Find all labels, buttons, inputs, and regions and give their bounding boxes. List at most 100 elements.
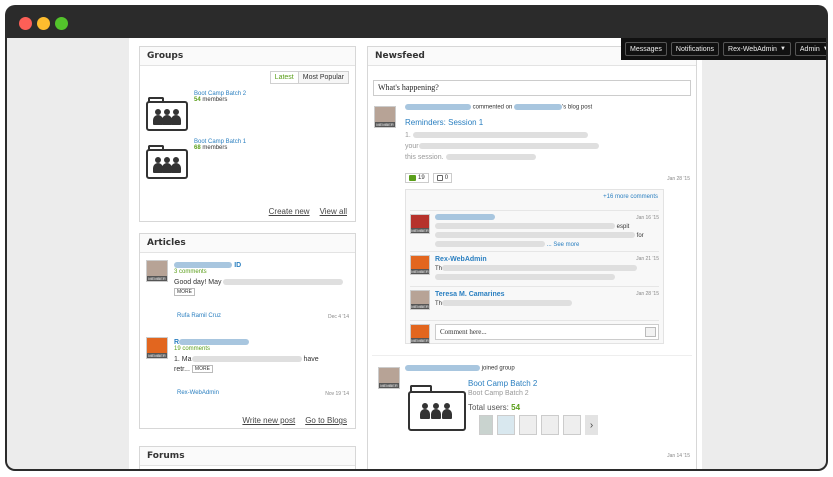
top-navigation-bar: Messages Notifications Rex-WebAdmin ▼ Adm… [621, 38, 826, 60]
comment-date: Jan 28 '15 [636, 291, 659, 297]
member-avatar[interactable] [479, 415, 493, 435]
group-item[interactable]: Boot Camp Batch 2 54 members [146, 91, 246, 131]
title-bar [5, 5, 828, 38]
article-comment-count[interactable]: 3 comments [174, 269, 351, 275]
avatar: MEMBER [410, 290, 430, 310]
article-more-button[interactable]: MORE [191, 365, 213, 373]
post-header: commented on 's blog post [405, 104, 592, 111]
forums-title: Forums [140, 447, 355, 466]
group-member-count: 54 [194, 97, 201, 103]
minimize-window-button[interactable] [37, 17, 50, 30]
avatar: MEMBER [378, 367, 400, 389]
group-member-avatars: › [479, 415, 598, 435]
total-users: Total users: 54 [468, 403, 521, 412]
article-excerpt-line: retr... [174, 365, 190, 373]
post-action: commented on [472, 104, 513, 111]
group-subtitle: Boot Camp Batch 2 [468, 390, 529, 397]
groups-title: Groups [140, 47, 355, 66]
article-title-link[interactable]: ID [234, 262, 241, 269]
go-to-blogs-link[interactable]: Go to Blogs [305, 416, 347, 425]
page-content: Groups Latest Most Popular Boot Camp Bat… [129, 38, 702, 469]
create-new-group-link[interactable]: Create new [269, 207, 310, 216]
status-input[interactable]: What's happening? [373, 80, 691, 96]
maximize-window-button[interactable] [55, 17, 68, 30]
group-folder-icon [146, 145, 188, 179]
group-folder-icon [408, 385, 466, 431]
article-excerpt-end: have [303, 356, 319, 363]
comment-date: Jan 16 '15 [636, 215, 659, 221]
article-excerpt: 1. Ma [174, 356, 192, 363]
article-date: Dec 4 '14 [328, 314, 349, 320]
article-excerpt: Good day! May [174, 279, 222, 286]
notifications-button[interactable]: Notifications [670, 42, 720, 56]
group-item[interactable]: Boot Camp Batch 1 68 members [146, 139, 246, 179]
article-comment-count[interactable]: 19 comments [174, 346, 351, 352]
camera-icon[interactable] [645, 327, 656, 337]
group-members-label: members [202, 97, 228, 103]
comment-form: MEMBER Comment here... [410, 320, 659, 344]
articles-title: Articles [140, 234, 355, 253]
chevron-right-icon: › [589, 419, 594, 431]
comment-bubble-icon [409, 175, 416, 181]
avatar: MEMBER [410, 255, 430, 275]
messages-button[interactable]: Messages [625, 42, 667, 56]
post-excerpt: 1. your this session. [405, 130, 599, 163]
more-comments-link[interactable]: +16 more comments [603, 194, 658, 200]
member-avatar[interactable] [563, 415, 581, 435]
articles-footer: Write new post Go to Blogs [242, 416, 347, 425]
post-date: Jan 14 '15 [667, 453, 690, 459]
avatar: MEMBER [374, 106, 396, 128]
groups-tabs: Latest Most Popular [269, 71, 349, 84]
comment-item: MEMBER Jan 16 '15 espit for ... See more [410, 210, 659, 250]
comment-input[interactable]: Comment here... [435, 324, 659, 340]
avatar: MEMBER [410, 324, 430, 344]
post-date: Jan 28 '15 [667, 176, 690, 182]
like-count-button[interactable]: 0 [432, 173, 453, 183]
groups-footer: Create new View all [269, 207, 347, 216]
member-avatar[interactable] [497, 415, 515, 435]
view-all-groups-link[interactable]: View all [320, 207, 347, 216]
write-new-post-link[interactable]: Write new post [242, 416, 295, 425]
post-actions: 19 0 [405, 173, 453, 183]
next-members-button[interactable]: › [585, 415, 598, 435]
chevron-down-icon: ▼ [822, 46, 826, 52]
thumbs-up-icon [436, 175, 443, 181]
post-action: joined group [481, 365, 515, 372]
comment-count-button[interactable]: 19 [405, 173, 429, 183]
member-avatar[interactable] [541, 415, 559, 435]
post-title-link[interactable]: Reminders: Session 1 [405, 118, 483, 127]
tab-latest[interactable]: Latest [270, 72, 299, 83]
screen: Groups Latest Most Popular Boot Camp Bat… [7, 38, 826, 469]
admin-menu-button[interactable]: Admin ▼ [794, 42, 826, 56]
article-date: Nov 19 '14 [325, 391, 349, 397]
user-menu-button[interactable]: Rex-WebAdmin ▼ [723, 42, 791, 56]
tab-most-popular[interactable]: Most Popular [298, 72, 348, 83]
close-window-button[interactable] [19, 17, 32, 30]
groups-panel: Groups Latest Most Popular Boot Camp Bat… [139, 46, 356, 222]
group-members-label: members [202, 145, 228, 151]
article-author-link[interactable]: Rufa Ramil Cruz [177, 313, 221, 319]
browser-window: Groups Latest Most Popular Boot Camp Bat… [5, 5, 828, 471]
comment-author-link[interactable]: Teresa M. Camarines [435, 291, 505, 298]
article-author-link[interactable]: Rex-WebAdmin [177, 390, 219, 396]
group-member-count: 68 [194, 145, 201, 151]
newsfeed-panel: Newsfeed What's happening? MEMBER commen… [367, 46, 697, 469]
article-item[interactable]: MEMBER ID 3 comments Good day! May MORE [146, 260, 351, 296]
article-item[interactable]: MEMBER R 19 comments 1. Ma have retr... … [146, 337, 351, 373]
see-more-link[interactable]: ... See more [547, 242, 580, 248]
articles-panel: Articles MEMBER ID 3 comments Good day! … [139, 233, 356, 429]
group-folder-icon [146, 97, 188, 131]
avatar: MEMBER [410, 214, 430, 234]
member-avatar[interactable] [519, 415, 537, 435]
comment-item: MEMBER Rex-WebAdmin Jan 21 '15 Th [410, 251, 659, 283]
article-more-button[interactable]: MORE [174, 287, 195, 296]
forums-panel: Forums [139, 446, 356, 469]
avatar: MEMBER [146, 260, 168, 282]
post-object: 's blog post [562, 104, 593, 111]
avatar: MEMBER [146, 337, 168, 359]
post-header: joined group [405, 365, 515, 372]
comment-date: Jan 21 '15 [636, 256, 659, 262]
chevron-down-icon: ▼ [779, 46, 786, 52]
comment-author-link[interactable]: Rex-WebAdmin [435, 256, 487, 263]
group-title-link[interactable]: Boot Camp Batch 2 [468, 379, 537, 388]
